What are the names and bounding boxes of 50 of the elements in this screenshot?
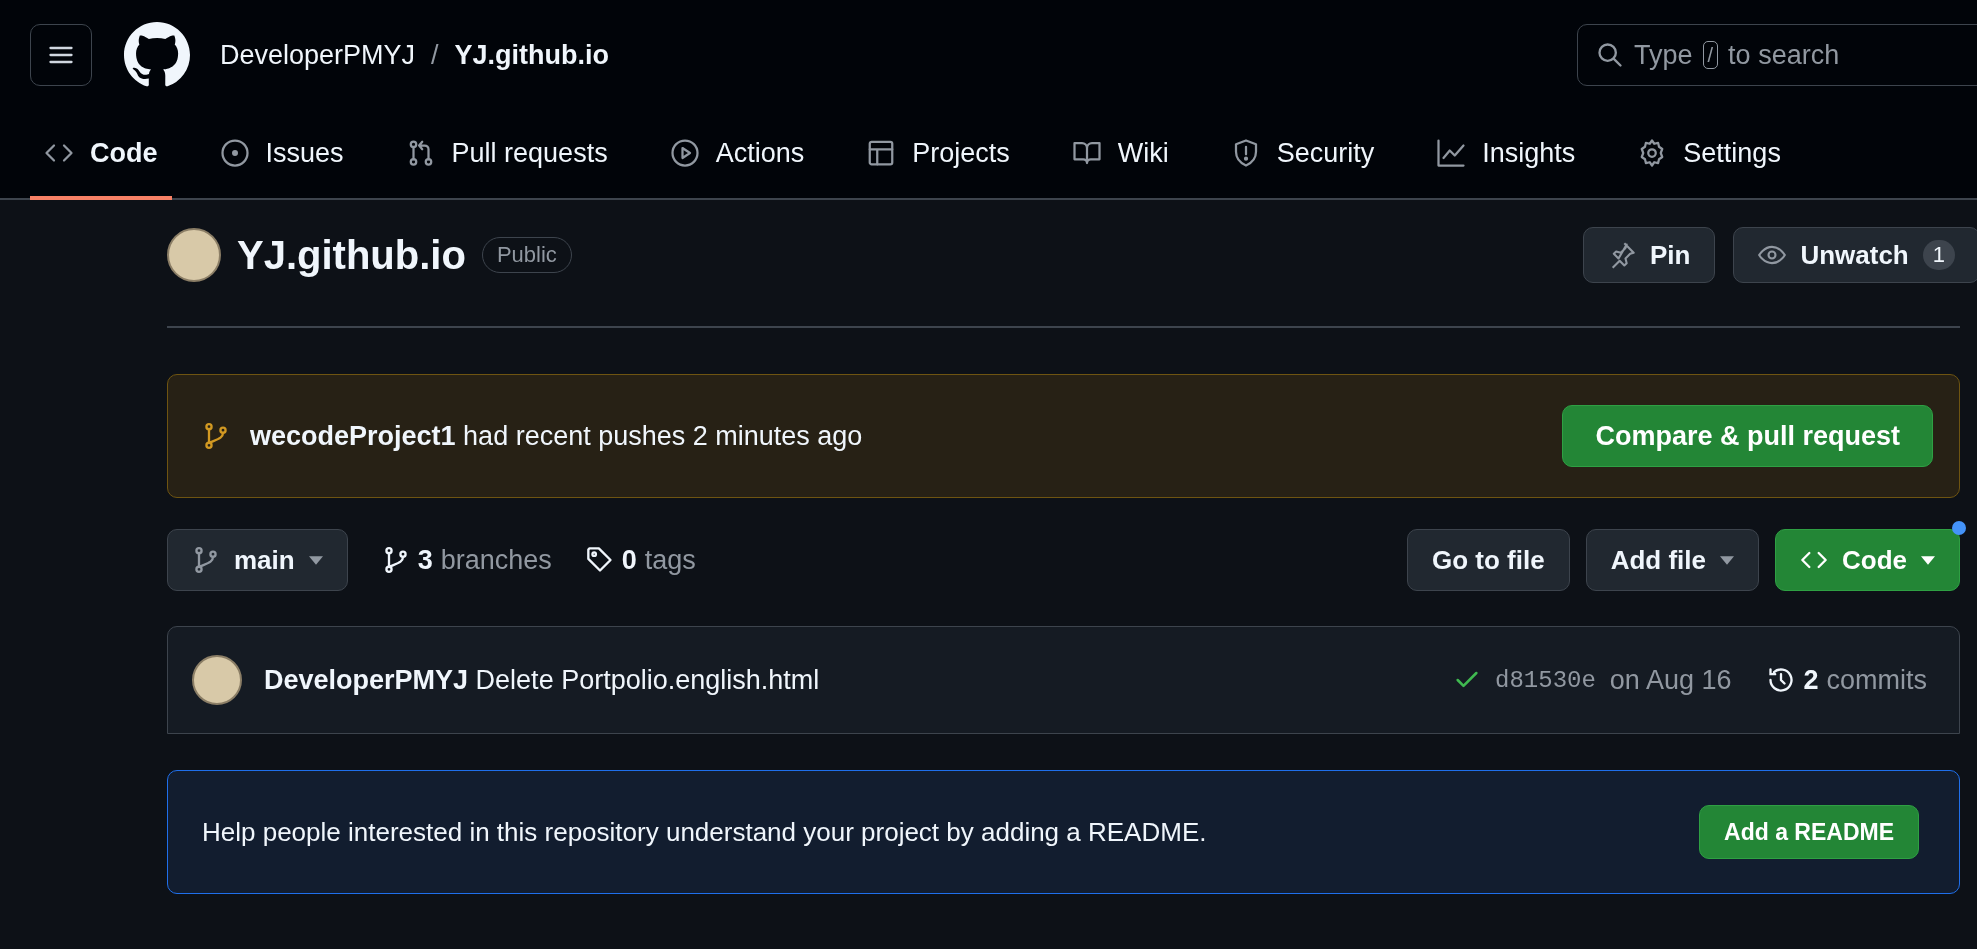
owner-link[interactable]: DeveloperPMYJ [220,39,416,71]
caret-icon [308,555,323,565]
graph-icon [1436,138,1467,168]
commit-date: on Aug 16 [1609,664,1732,696]
readme-message: Help people interested in this repository understand your project by adding a README. [202,816,1207,848]
keyboard-shortcut: / [1702,41,1719,69]
avatar [167,228,221,282]
menu-button[interactable] [30,24,92,86]
search-placeholder: Type [1634,39,1693,71]
branches-link[interactable]: 3 branches [381,544,552,576]
repo-tab[interactable]: Settings [1623,110,1795,200]
search-icon [1596,41,1624,69]
octocat-logo-icon[interactable] [124,22,190,88]
pin-button[interactable]: Pin [1582,227,1716,283]
repo-tab[interactable]: Wiki [1057,110,1183,200]
repo-tab[interactable]: Projects [852,110,1024,200]
code-button[interactable]: Code [1775,529,1960,591]
branch-icon [202,422,230,450]
tag-icon [585,546,614,574]
history-icon [1767,666,1796,694]
issue-circle-icon [219,138,250,168]
repo-tab[interactable]: Insights [1422,110,1590,200]
search-placeholder: to search [1728,39,1840,71]
path-separator: / [431,39,439,71]
branch-icon [192,546,220,574]
repo-tab[interactable]: Pull requests [391,110,622,200]
notification-dot [1952,521,1966,535]
add-readme-button[interactable]: Add a README [1699,805,1919,859]
commit-hash-link[interactable]: d81530e [1495,666,1596,694]
repo-tab[interactable]: Security [1216,110,1389,200]
repo-link[interactable]: YJ.github.io [454,39,610,71]
avatar [192,655,242,705]
repo-tab[interactable]: Actions [655,110,819,200]
compare-pull-request-button[interactable]: Compare & pull request [1562,405,1933,467]
caret-icon [1720,555,1734,565]
play-icon [669,138,700,168]
tags-link[interactable]: 0 tags [585,544,696,576]
repo-tab[interactable]: Issues [205,110,358,200]
commit-message: DeveloperPMYJ Delete Portpolio.english.html [264,664,820,696]
search-field[interactable]: Type / to search [1577,24,1977,86]
branch-select-button[interactable]: main [167,529,348,591]
repo-tab[interactable]: Code [30,110,172,200]
watch-count: 1 [1922,240,1955,270]
caret-icon [1921,555,1935,565]
go-to-file-button[interactable]: Go to file [1407,529,1570,591]
push-message: wecodeProject1 had recent pushes 2 minutes ago [250,420,863,452]
unwatch-button[interactable]: Unwatch 1 [1733,227,1977,283]
add-file-button[interactable]: Add file [1585,529,1759,591]
repo-title: YJ.github.io [237,232,466,278]
commits-link[interactable]: 2 commits [1767,664,1927,696]
